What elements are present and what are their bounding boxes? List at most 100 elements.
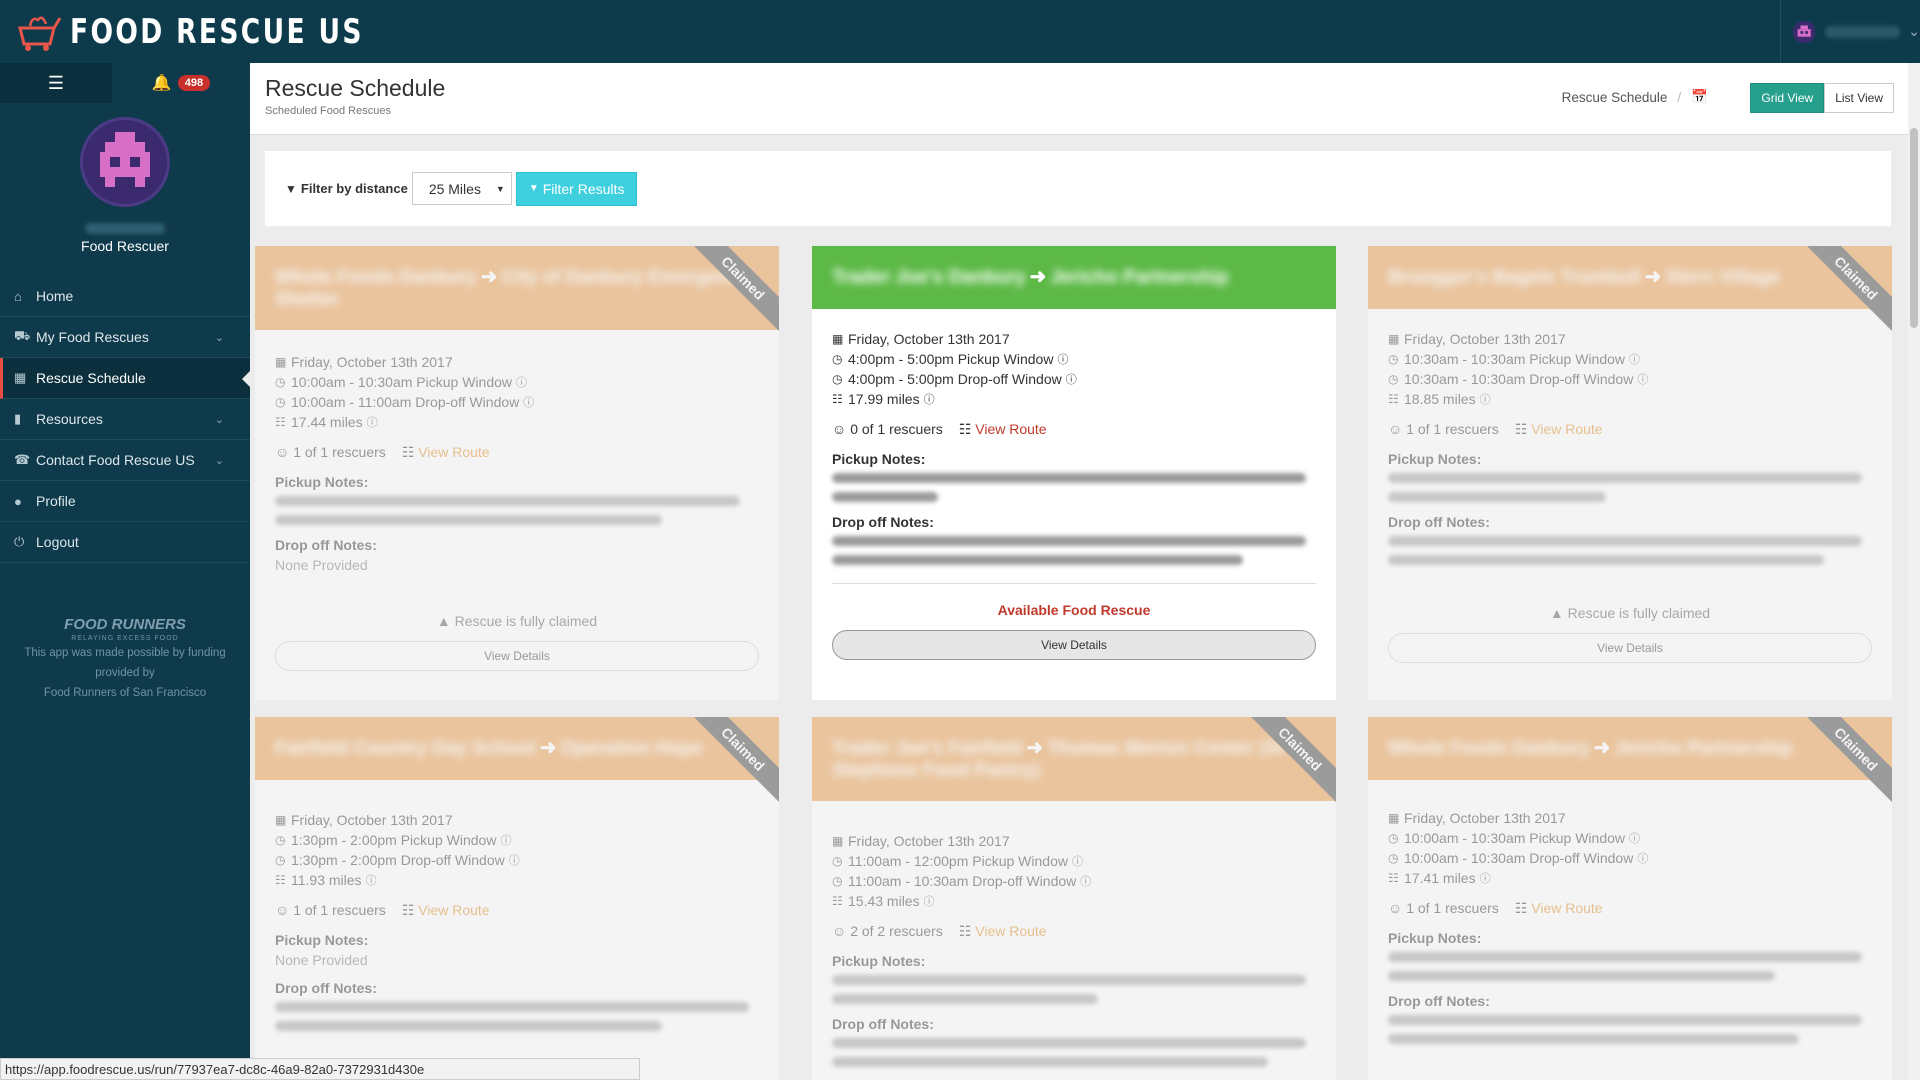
route-title-redacted: Jericho Partnership <box>1614 738 1793 759</box>
bell-icon: 🔔 <box>151 75 172 92</box>
rescue-date: ▦ Friday, October 13th 2017 <box>1388 329 1872 349</box>
pickup-window: ◷ 1:30pm - 2:00pm Pickup Window ⓘ <box>275 830 759 850</box>
view-details-button[interactable]: View Details <box>275 641 759 671</box>
brand[interactable]: FOOD RESCUE US <box>0 0 447 63</box>
distance-text: 18.85 miles <box>1404 391 1476 407</box>
info-icon[interactable]: ⓘ <box>516 374 527 390</box>
sidebar: ☰ 🔔 498 Food Rescuer ⌂ Home ⛟ My Food Re… <box>0 63 251 1080</box>
route-title-redacted: Operation Hope <box>560 738 704 759</box>
view-route-link[interactable]: ☷ View Route <box>402 444 490 461</box>
calendar-icon: ▦ <box>275 813 287 827</box>
filter-results-button[interactable]: ▼ Filter Results <box>515 171 638 206</box>
distance-text: 17.44 miles <box>291 414 363 430</box>
route-title-redacted: Stern Village <box>1665 267 1781 288</box>
sidebar-item-profile[interactable]: ● Profile <box>0 481 250 522</box>
rescuer-count-text: 2 of 2 rescuers <box>850 923 943 939</box>
view-route-label: View Route <box>1531 420 1603 437</box>
power-icon: ⏻ <box>14 534 25 549</box>
info-icon[interactable]: ⓘ <box>1057 351 1068 367</box>
list-view-button[interactable]: List View <box>1824 83 1894 113</box>
info-icon[interactable]: ⓘ <box>1480 870 1491 886</box>
view-route-link[interactable]: ☷ View Route <box>1515 900 1603 917</box>
info-icon[interactable]: ⓘ <box>1637 371 1648 387</box>
info-icon[interactable]: ⓘ <box>367 414 378 430</box>
user-icon: ● <box>14 493 22 509</box>
pickup-notes-redacted <box>832 975 1316 1004</box>
page-scrollbar[interactable] <box>1908 63 1920 1080</box>
rescue-date-text: Friday, October 13th 2017 <box>848 833 1010 849</box>
arrow-right-icon: ➜ <box>539 737 557 759</box>
info-icon[interactable]: ⓘ <box>1629 351 1640 367</box>
info-icon[interactable]: ⓘ <box>500 832 511 848</box>
clock-icon: ◷ <box>832 352 843 366</box>
card-header[interactable]: Whole Foods Danbury ➜ City of Danbury Emer… <box>255 246 779 336</box>
pickup-window: ◷ 4:00pm - 5:00pm Pickup Window ⓘ <box>832 349 1316 369</box>
card-header[interactable]: Whole Foods Danbury ➜ Jericho Partnership … <box>1368 717 1892 807</box>
sidebar-item-home[interactable]: ⌂ Home <box>0 276 250 317</box>
card-header[interactable]: Bruegger's Bagels Trumbull ➜ Stern Village… <box>1368 246 1892 336</box>
sidebar-item-resources[interactable]: ▮ Resources ⌄ <box>0 399 250 440</box>
clock-icon: ◷ <box>275 395 286 409</box>
users-icon: ☺ <box>275 444 294 460</box>
distance: ☷ 17.44 miles ⓘ <box>275 412 759 432</box>
map-icon: ☷ <box>401 901 419 918</box>
pickup-notes-redacted <box>832 473 1316 502</box>
sponsor-link[interactable]: Food Runners of San Francisco <box>0 683 250 703</box>
menu-toggle-button[interactable]: ☰ <box>0 63 112 103</box>
filter-label: Filter by distance <box>300 181 408 196</box>
sidebar-item-my-food-rescues[interactable]: ⛟ My Food Rescues ⌄ <box>0 317 250 358</box>
info-icon[interactable]: ⓘ <box>924 893 935 909</box>
info-icon[interactable]: ⓘ <box>1629 830 1640 846</box>
user-menu[interactable]: ⌄ <box>1780 0 1920 63</box>
view-route-label: View Route <box>418 901 490 918</box>
sidebar-item-rescue-schedule[interactable]: ▦ Rescue Schedule <box>0 358 251 399</box>
notifications-button[interactable]: 🔔 498 <box>112 63 250 103</box>
dropoff-window-text: 11:00am - 10:30am Drop-off Window <box>848 873 1077 889</box>
view-route-link[interactable]: ☷ View Route <box>959 923 1047 940</box>
distance: ☷ 17.99 miles ⓘ <box>832 389 1316 409</box>
view-route-link[interactable]: ☷ View Route <box>402 902 490 919</box>
avatar <box>80 117 170 207</box>
sponsor-logo[interactable]: FOOD RUNNERS <box>0 615 250 635</box>
sidebar-item-label: Contact Food Rescue US <box>36 452 195 468</box>
breadcrumb-item[interactable]: Rescue Schedule <box>1562 90 1668 105</box>
scrollbar-thumb[interactable] <box>1910 128 1918 328</box>
info-icon[interactable]: ⓘ <box>924 391 935 407</box>
info-icon[interactable]: ⓘ <box>509 852 520 868</box>
arrow-right-icon: ➜ <box>480 266 498 288</box>
rescue-card: Bruegger's Bagels Trumbull ➜ Stern Village… <box>1368 246 1892 700</box>
view-details-button[interactable]: View Details <box>832 630 1316 660</box>
info-icon[interactable]: ⓘ <box>1480 391 1491 407</box>
calendar-icon[interactable]: 📅 <box>1691 89 1708 105</box>
sidebar-item-label: Home <box>36 288 74 304</box>
distance: ☷ 17.41 miles ⓘ <box>1388 868 1872 888</box>
card-header[interactable]: Fairfield Country Day School ➜ Operation H… <box>255 717 779 807</box>
rescuer-count-text: 1 of 1 rescuers <box>293 444 386 460</box>
info-icon[interactable]: ⓘ <box>1066 371 1077 387</box>
pickup-window: ◷ 10:30am - 10:30am Pickup Window ⓘ <box>1388 349 1872 369</box>
info-icon[interactable]: ⓘ <box>366 872 377 888</box>
thumbs-up-icon: ▲ <box>436 613 455 629</box>
sidebar-item-logout[interactable]: ⏻ Logout <box>0 522 250 563</box>
rescue-date-text: Friday, October 13th 2017 <box>1404 810 1566 826</box>
pickup-window-text: 11:00am - 12:00pm Pickup Window <box>848 853 1068 869</box>
view-route-link[interactable]: ☷ View Route <box>959 421 1047 438</box>
card-header[interactable]: Trader Joe's Danbury ➜ Jericho Partnership <box>812 246 1336 309</box>
drop-notes-label: Drop off Notes: <box>275 980 377 996</box>
rescue-card: Fairfield Country Day School ➜ Operation H… <box>255 717 779 1080</box>
user-name-redacted <box>85 223 165 234</box>
view-route-link[interactable]: ☷ View Route <box>1515 421 1603 438</box>
distance-select[interactable]: 25 Miles ▼ <box>411 172 512 205</box>
info-icon[interactable]: ⓘ <box>1072 853 1083 869</box>
grid-view-button[interactable]: Grid View <box>1750 83 1825 113</box>
info-icon[interactable]: ⓘ <box>1080 873 1091 889</box>
avatar <box>1793 20 1816 43</box>
info-icon[interactable]: ⓘ <box>1637 850 1648 866</box>
card-header[interactable]: Trader Joe's Fairfield ➜ Thomas Merton Cen… <box>812 717 1336 807</box>
drop-notes-redacted <box>832 1038 1316 1067</box>
brand-name: FOOD RESCUE US <box>70 11 364 52</box>
view-details-button[interactable]: View Details <box>1388 633 1872 663</box>
rescue-card: Whole Foods Danbury ➜ City of Danbury Emer… <box>255 246 779 700</box>
sidebar-item-contact[interactable]: ☎ Contact Food Rescue US ⌄ <box>0 440 250 481</box>
info-icon[interactable]: ⓘ <box>523 394 534 410</box>
